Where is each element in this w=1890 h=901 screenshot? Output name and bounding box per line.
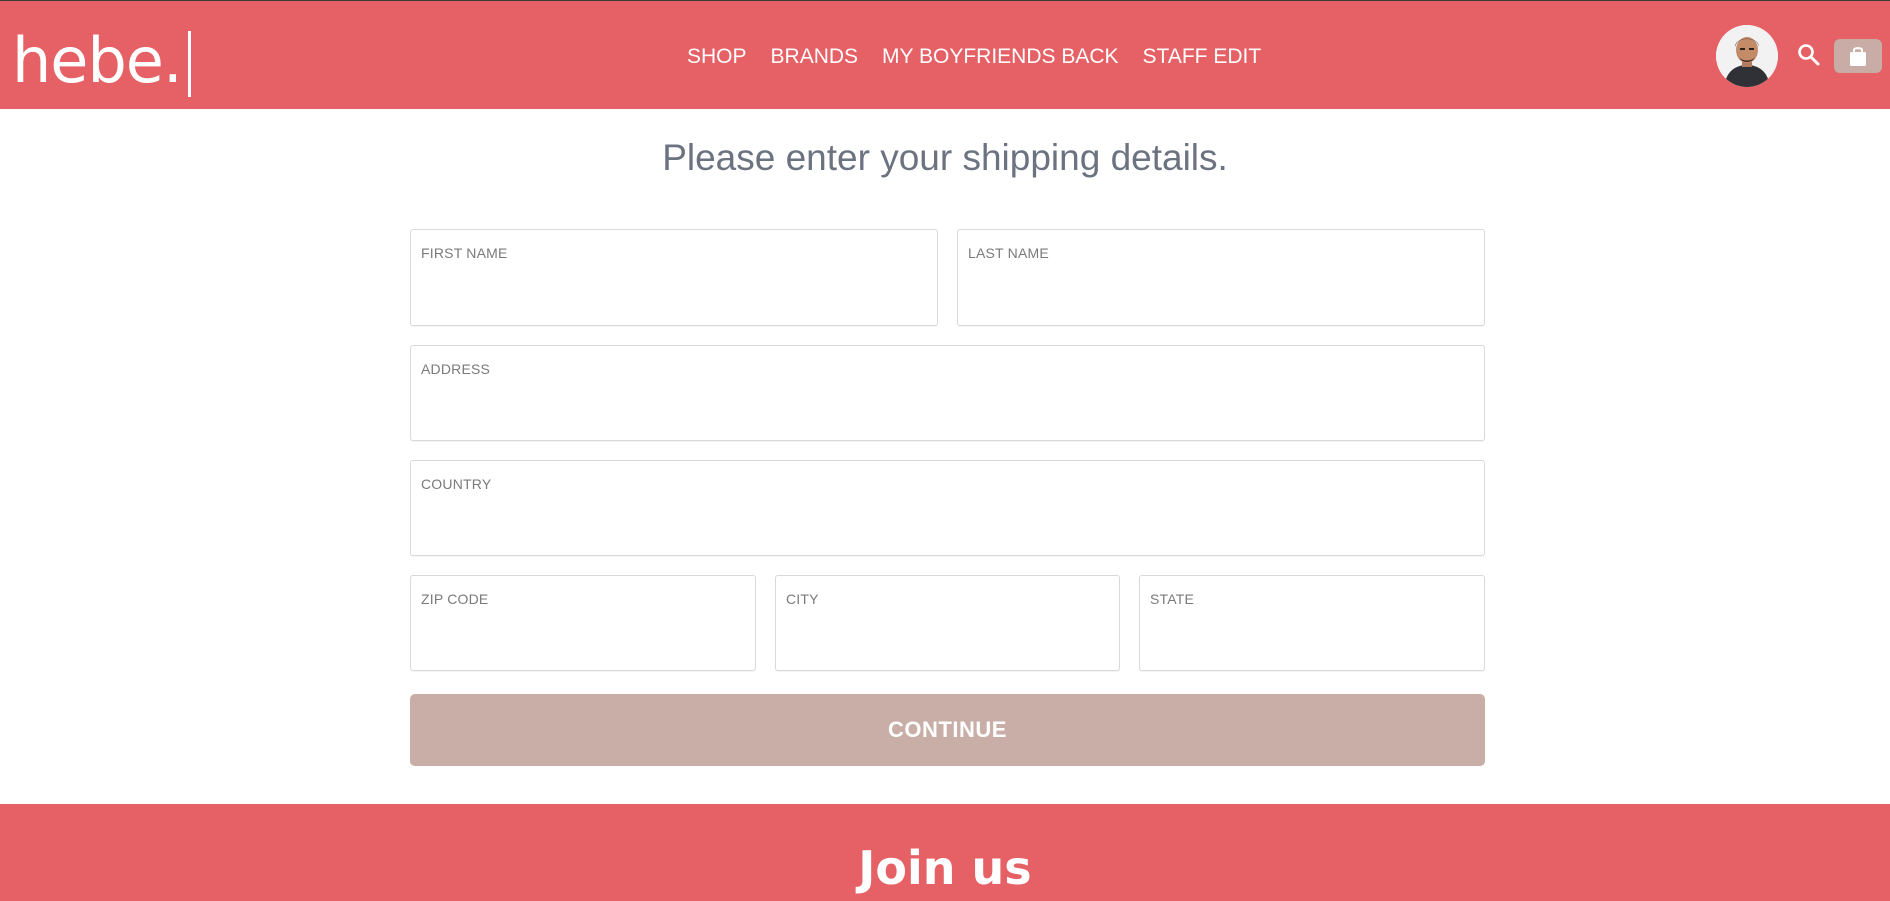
address-field[interactable]: ADDRESS (410, 345, 1485, 441)
nav-item-brands[interactable]: BRANDS (771, 44, 859, 70)
address-label: ADDRESS (421, 361, 491, 377)
logo-text: hebe. (12, 24, 183, 97)
last-name-label: LAST NAME (968, 245, 1049, 261)
last-name-field[interactable]: LAST NAME (957, 229, 1485, 326)
first-name-field[interactable]: FIRST NAME (410, 229, 938, 326)
shopping-bag-icon (1850, 47, 1866, 66)
country-field[interactable]: COUNTRY (410, 460, 1485, 556)
first-name-label: FIRST NAME (421, 245, 508, 261)
nav-item-shop[interactable]: SHOP (687, 44, 747, 70)
continue-button[interactable]: CONTINUE (410, 694, 1485, 766)
zip-code-field[interactable]: ZIP CODE (410, 575, 756, 671)
join-us-heading: Join us (858, 841, 1032, 895)
cart-button[interactable] (1834, 39, 1882, 73)
page-title: Please enter your shipping details. (662, 137, 1228, 178)
city-input[interactable] (786, 616, 1109, 656)
state-input[interactable] (1150, 616, 1474, 656)
zip-code-input[interactable] (421, 616, 745, 656)
zip-code-label: ZIP CODE (421, 591, 489, 607)
logo[interactable]: hebe. (12, 27, 191, 97)
city-field[interactable]: CITY (775, 575, 1120, 671)
nav-item-staff-edit[interactable]: STAFF EDIT (1143, 44, 1262, 70)
search-button[interactable] (1796, 42, 1822, 68)
city-label: CITY (786, 591, 819, 607)
site-header: hebe. SHOP BRANDS MY BOYFRIENDS BACK STA… (0, 0, 1890, 109)
avatar-image (1716, 25, 1778, 87)
main-nav: SHOP BRANDS MY BOYFRIENDS BACK STAFF EDI… (687, 44, 1261, 70)
user-avatar[interactable] (1716, 25, 1778, 87)
nav-item-my-boyfriends-back[interactable]: MY BOYFRIENDS BACK (882, 44, 1119, 70)
state-label: STATE (1150, 591, 1195, 607)
country-input[interactable] (421, 501, 1474, 541)
logo-caret (187, 31, 191, 97)
last-name-input[interactable] (968, 270, 1474, 310)
search-icon (1798, 44, 1820, 66)
address-input[interactable] (421, 386, 1474, 426)
first-name-input[interactable] (421, 270, 927, 310)
state-field[interactable]: STATE (1139, 575, 1485, 671)
country-label: COUNTRY (421, 476, 492, 492)
site-footer: Join us (0, 804, 1890, 901)
